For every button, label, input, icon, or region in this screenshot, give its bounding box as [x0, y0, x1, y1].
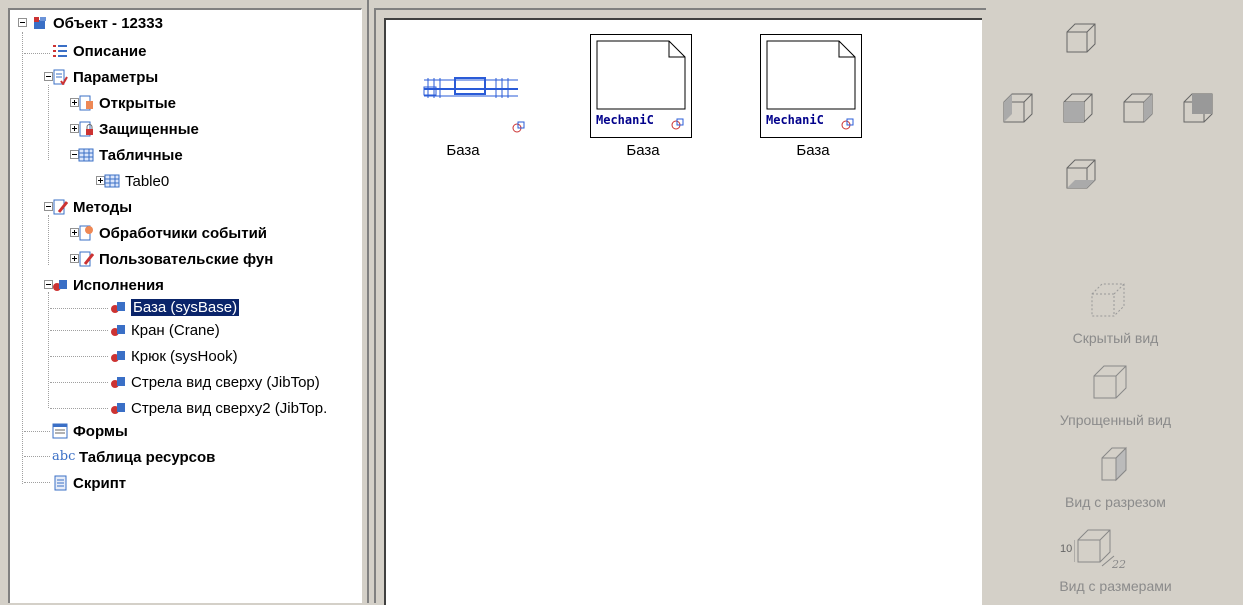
tree-label: Стрела вид сверху (JibTop)	[131, 373, 320, 391]
exec-item-syshook[interactable]: Крюк (sysHook)	[110, 344, 238, 368]
link-marker-icon	[671, 118, 684, 130]
thumb-caption: База	[446, 142, 480, 159]
view-left-icon[interactable]	[1000, 90, 1036, 126]
view-thumb[interactable]: MechaniC База	[748, 34, 878, 164]
view-thumb[interactable]: База	[410, 34, 540, 164]
base-drawing-icon	[423, 77, 518, 98]
view-toolbar: Скрытый вид Упрощенный вид Вид с разрезо…	[988, 0, 1243, 603]
dimension-view-button[interactable]: Вид с размерами	[988, 578, 1243, 594]
execution-icon	[110, 374, 126, 390]
methods-icon	[78, 251, 95, 267]
section-view-icon[interactable]	[1092, 444, 1132, 484]
view-back-icon[interactable]	[1180, 90, 1216, 126]
exec-item-crane[interactable]: Кран (Crane)	[110, 318, 220, 342]
tree-node-forms[interactable]: Формы	[52, 419, 128, 443]
open-params-icon	[78, 95, 94, 111]
mechanic-label: MechaniC	[596, 113, 654, 127]
protected-params-icon	[78, 121, 94, 137]
execution-icon	[110, 322, 126, 338]
mechanic-preview: MechaniC	[590, 34, 692, 138]
tree-node-user-functions[interactable]: Пользовательские фун	[78, 247, 273, 271]
tree-label: Табличные	[99, 146, 183, 164]
mechanic-label: MechaniC	[766, 113, 824, 127]
preview-panel: База MechaniC База MechaniC База	[374, 8, 986, 605]
collapse-root-toggle[interactable]	[18, 18, 27, 27]
tree-node-open[interactable]: Открытые	[78, 91, 176, 115]
execution-icon	[110, 348, 126, 364]
tree-label: Исполнения	[73, 276, 164, 294]
tree-node-methods[interactable]: Методы	[52, 195, 132, 219]
tree-label: Открытые	[99, 94, 176, 112]
tree-label: Параметры	[73, 68, 159, 86]
execution-icon	[52, 277, 68, 293]
object-icon	[32, 15, 48, 31]
tree-node-event-handlers[interactable]: Обработчики событий	[78, 221, 267, 245]
exec-item-sysbase[interactable]: База (sysBase)	[110, 295, 241, 319]
abc-icon: abc	[52, 449, 76, 464]
tree-label: Крюк (sysHook)	[131, 347, 238, 365]
exec-item-jibtop[interactable]: Стрела вид сверху (JibTop)	[110, 370, 320, 394]
hidden-view-icon[interactable]	[1088, 280, 1128, 320]
form-icon	[52, 423, 68, 439]
tree-label: Описание	[73, 42, 147, 60]
view-thumb[interactable]: MechaniC База	[578, 34, 708, 164]
tree-node-root[interactable]: Объект - 12333	[32, 11, 163, 35]
view-bottom-icon[interactable]	[1063, 156, 1099, 192]
tree-label: База (sysBase)	[129, 297, 241, 317]
tree-label: Защищенные	[99, 120, 199, 138]
preview-area[interactable]: База MechaniC База MechaniC База	[384, 18, 982, 605]
tree-label: Пользовательские фун	[99, 250, 274, 268]
view-top-icon[interactable]	[1063, 20, 1099, 56]
object-tree[interactable]: Объект - 12333 Описание Параметры Открыт…	[8, 8, 362, 603]
view-front-icon[interactable]	[1060, 90, 1096, 126]
simplified-view-button[interactable]: Упрощенный вид	[988, 412, 1243, 428]
tree-node-parameters[interactable]: Параметры	[52, 65, 158, 89]
tree-node-script[interactable]: Скрипт	[52, 471, 126, 495]
tree-label: Формы	[73, 422, 128, 440]
list-icon	[52, 43, 68, 59]
methods-icon	[52, 199, 69, 215]
tree-label: Кран (Crane)	[131, 321, 220, 339]
link-marker-icon	[512, 121, 525, 133]
link-marker-icon	[841, 118, 854, 130]
simplified-view-icon[interactable]	[1090, 362, 1130, 402]
dimension-view-icon[interactable]: 22	[1074, 526, 1144, 570]
tree-node-executions[interactable]: Исполнения	[52, 273, 164, 297]
tree-label: Скрипт	[73, 474, 127, 492]
execution-icon	[110, 400, 126, 416]
tree-node-table0[interactable]: Table0	[104, 169, 169, 193]
script-icon	[52, 475, 68, 491]
svg-text:22: 22	[1111, 558, 1126, 570]
execution-icon	[110, 299, 126, 315]
params-icon	[52, 69, 68, 86]
tree-label: Table0	[125, 172, 170, 190]
panel-splitter[interactable]	[364, 0, 374, 603]
tree-node-tabular[interactable]: Табличные	[78, 143, 183, 167]
dimension-value: 10	[1060, 543, 1073, 555]
mechanic-preview: MechaniC	[760, 34, 862, 138]
tree-label: Стрела вид сверху2 (JibTop.	[131, 399, 328, 417]
tree-label: Объект - 12333	[53, 14, 163, 32]
tree-label: Таблица ресурсов	[79, 448, 216, 466]
tree-node-protected[interactable]: Защищенные	[78, 117, 199, 141]
view-right-icon[interactable]	[1120, 90, 1156, 126]
hidden-view-button[interactable]: Скрытый вид	[988, 330, 1243, 346]
tree-node-resource-table[interactable]: abc Таблица ресурсов	[52, 445, 215, 469]
methods-icon	[78, 225, 94, 241]
table-icon	[104, 173, 120, 189]
tree-label: Методы	[73, 198, 133, 216]
tree-node-description[interactable]: Описание	[52, 39, 146, 63]
thumb-caption: База	[626, 142, 660, 159]
table-icon	[78, 147, 94, 163]
thumb-caption: База	[796, 142, 830, 159]
tree-label: Обработчики событий	[99, 224, 268, 242]
exec-item-jibtop2[interactable]: Стрела вид сверху2 (JibTop.	[110, 396, 327, 420]
section-view-button[interactable]: Вид с разрезом	[988, 494, 1243, 510]
